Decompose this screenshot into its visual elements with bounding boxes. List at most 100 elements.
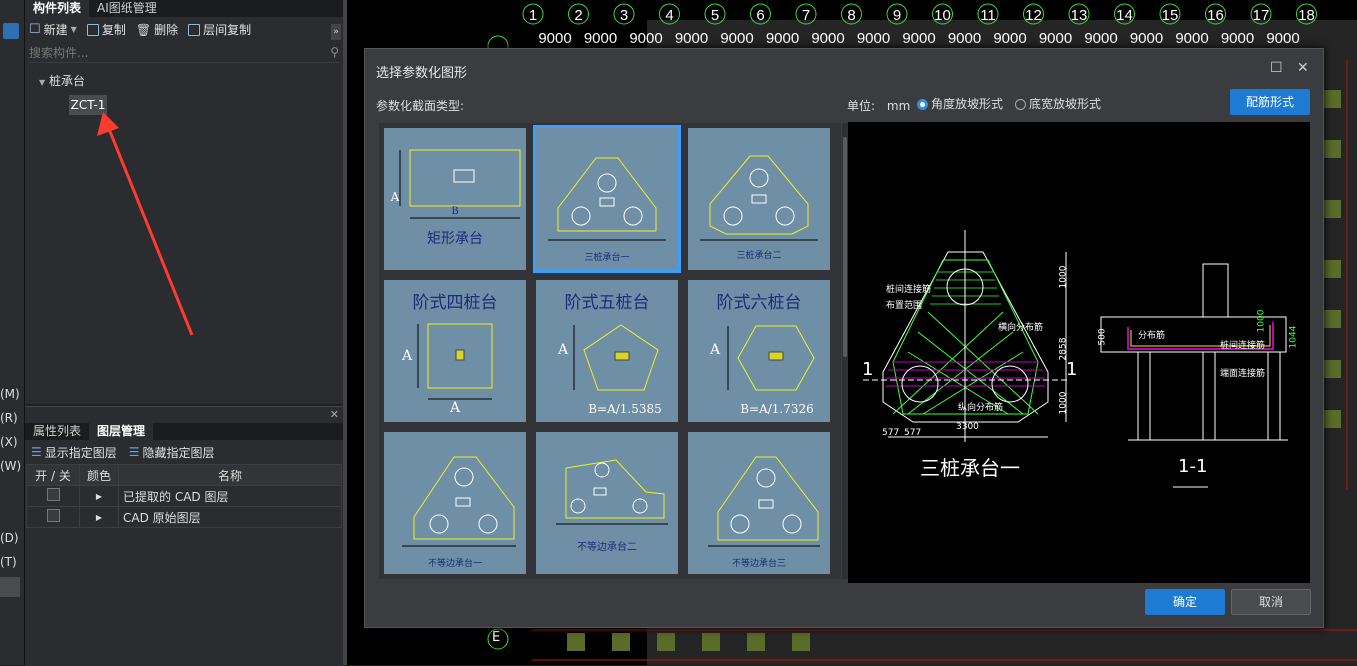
shape-tile-step-six[interactable]: 阶式六桩台 A B=A/1.7326 [688, 280, 830, 422]
col-on-off: 开 / 关 [26, 464, 80, 486]
three-pile-icon [548, 157, 666, 241]
axis-label-e: E [492, 630, 501, 645]
hide-layer-button[interactable]: ☰ 隐藏指定图层 [129, 444, 215, 461]
span-label: 9000 [720, 30, 753, 47]
dim-1000-section: 1000 [1256, 309, 1267, 333]
col-name: 名称 [118, 464, 342, 486]
shape-tile-three-pile-1[interactable]: 三桩承台一 [533, 125, 681, 273]
caret-right-icon[interactable]: ▶ [79, 485, 119, 507]
layers-icon: ☰ [128, 445, 140, 459]
cancel-button[interactable]: 取消 [1231, 589, 1311, 615]
span-label: 9000 [1266, 30, 1299, 47]
note-end-link: 端面连接筋 [1220, 369, 1266, 379]
axis-number: 12 [1025, 7, 1042, 24]
note-distribution: 分布筋 [1138, 331, 1166, 341]
axis-number: 3 [620, 7, 628, 24]
tab-ai-drawing[interactable]: AI图纸管理 [89, 0, 165, 17]
layer-table-header: 开 / 关 颜色 名称 [26, 464, 342, 486]
new-icon: ☐ [29, 22, 41, 37]
span-label: 9000 [1039, 30, 1072, 47]
axis-number: 15 [1162, 7, 1179, 24]
axis-number: 18 [1298, 7, 1315, 24]
tab-layer-management[interactable]: 图层管理 [89, 423, 154, 440]
axis-number: 5 [711, 7, 719, 24]
copy-button[interactable]: 复制 [86, 21, 126, 38]
span-label: 9000 [857, 30, 890, 47]
layer-panel: ✕ 属性列表 图层管理 ☰ 显示指定图层 ☰ 隐藏指定图层 开 / 关 颜色 名… [25, 406, 343, 666]
section-type-label: 参数化截面类型: [376, 99, 465, 113]
component-toolbar: ☐ 新建 ▼ 复制 🗑 删除 层间复制 » [25, 17, 343, 42]
dialog-title: 选择参数化图形 [376, 66, 468, 81]
left-toolstrip: (M) (R) (X) (W) (D) (T) [0, 0, 25, 665]
table-row[interactable]: ▶ CAD 原始图层 [26, 506, 342, 528]
preview-section-title: 1-1 [1178, 456, 1208, 477]
caret-down-icon[interactable]: ▼ [71, 25, 77, 34]
strip-selected-item[interactable] [0, 577, 20, 597]
dim-3300: 3300 [956, 422, 979, 432]
dim-2858: 2858 [1058, 337, 1069, 361]
shape-tile-step-five[interactable]: 阶式五桩台 A B=A/1.5385 [536, 280, 678, 422]
shape-tile-rect[interactable]: A B 矩形承台 [384, 128, 526, 270]
axis-number: 7 [802, 7, 810, 24]
axis-number: 13 [1071, 7, 1088, 24]
list-icon[interactable] [3, 23, 19, 39]
layer-table: 开 / 关 颜色 名称 ▶ 已提取的 CAD 图层 ▶ CAD 原始图层 [26, 464, 342, 528]
trash-icon: 🗑 [135, 22, 152, 37]
unit-value: mm [886, 99, 911, 113]
section-mark-right: 1 [1066, 359, 1078, 380]
note-horizontal: 横向分布筋 [998, 323, 1044, 333]
layer-checkbox[interactable] [46, 488, 60, 501]
span-label: 9000 [1175, 30, 1208, 47]
tree-group-label: 桩承台 [48, 74, 85, 88]
shape-tile-unequal-2[interactable]: 不等边承台二 [536, 432, 678, 574]
shape-tile-three-pile-2[interactable]: 三桩承台二 [688, 128, 830, 270]
dim-1044: 1044 [1288, 325, 1299, 349]
delete-button[interactable]: 🗑 删除 [136, 21, 178, 38]
unit-label: 单位: mm [847, 99, 911, 113]
caret-down-icon[interactable]: ▼ [39, 78, 45, 87]
axis-number: 4 [665, 7, 673, 24]
shape-tile-unequal-3[interactable]: 不等边承台三 [688, 432, 830, 574]
expand-icon[interactable]: » [331, 24, 341, 40]
radio-off-icon[interactable] [1015, 99, 1026, 110]
axis-number: 9 [893, 7, 901, 24]
unequal-cap-icon [402, 456, 516, 547]
axis-number: 14 [1116, 7, 1133, 24]
floor-copy-button[interactable]: 层间复制 [188, 21, 251, 38]
tab-properties[interactable]: 属性列表 [25, 423, 89, 440]
radio-width[interactable]: 底宽放坡形式 [1015, 95, 1101, 112]
shortcut-m: (M) [0, 387, 20, 401]
table-row[interactable]: ▶ 已提取的 CAD 图层 [26, 485, 342, 507]
tab-component-list[interactable]: 构件列表 [25, 0, 90, 17]
close-icon[interactable]: ✕ [1297, 60, 1309, 76]
axis-number: 17 [1253, 7, 1270, 24]
layer-checkbox[interactable] [46, 509, 60, 522]
radio-on-icon[interactable] [917, 99, 928, 110]
caret-right-icon[interactable]: ▶ [79, 506, 119, 528]
span-label: 9000 [993, 30, 1026, 47]
shape-tile-step-four[interactable]: 阶式四桩台 A A [384, 280, 526, 422]
shortcut-w: (W) [0, 459, 22, 473]
new-button[interactable]: ☐ 新建 ▼ [29, 21, 77, 38]
dim-1000-bottom: 1000 [1058, 391, 1069, 415]
axis-number: 11 [980, 7, 996, 24]
rebar-form-button[interactable]: 配筋形式 [1230, 89, 1310, 115]
shape-tile-unequal-1[interactable]: 不等边承台一 [384, 432, 526, 574]
dim-500: 500 [1097, 328, 1108, 346]
span-label: 9000 [811, 30, 844, 47]
close-icon[interactable]: ✕ [330, 408, 339, 421]
span-label: 9000 [538, 30, 571, 47]
maximize-icon[interactable]: ☐ [1270, 60, 1283, 76]
search-box[interactable]: 搜索构件... ⚲ [29, 42, 339, 63]
tree-group[interactable]: ▼ 桩承台 [39, 72, 85, 89]
radio-slope[interactable]: 角度放坡形式 [917, 95, 1003, 112]
span-label: 9000 [629, 30, 662, 47]
preview-drawing [863, 230, 1288, 488]
search-input[interactable]: 搜索构件... [29, 44, 88, 61]
layer-name: CAD 原始图层 [118, 506, 342, 528]
show-layer-button[interactable]: ☰ 显示指定图层 [31, 444, 117, 461]
search-icon[interactable]: ⚲ [330, 45, 339, 59]
ok-button[interactable]: 确定 [1145, 589, 1225, 615]
span-label: 9000 [1221, 30, 1254, 47]
scrollbar-thumb[interactable] [843, 137, 847, 357]
